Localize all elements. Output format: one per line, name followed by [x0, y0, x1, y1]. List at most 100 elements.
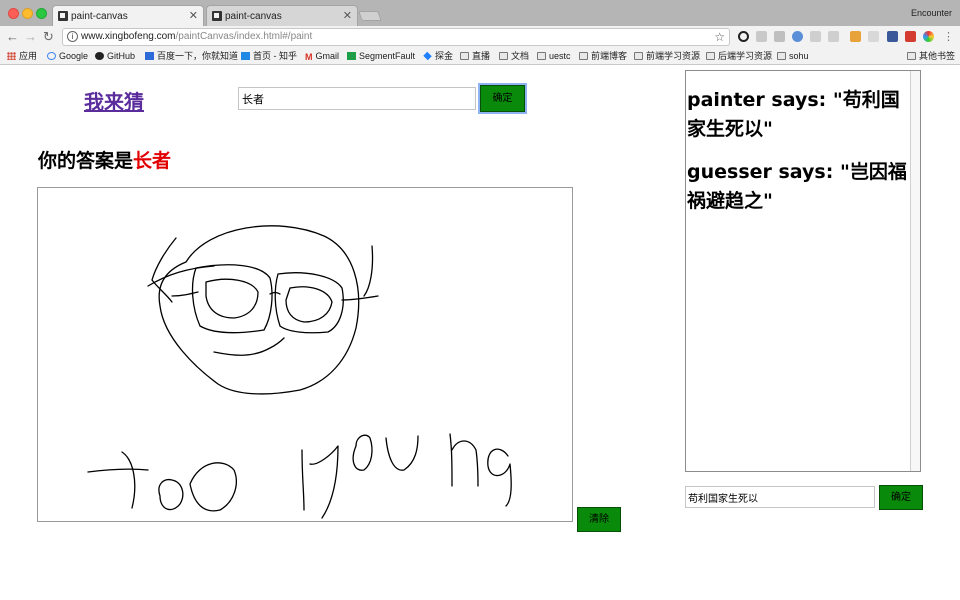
window-maximize-button[interactable] [36, 8, 47, 19]
bookmark-label: sohu [789, 51, 809, 61]
stroke-letter-t [87, 468, 149, 473]
new-tab-button[interactable] [358, 11, 382, 21]
bookmark-label: 其他书签 [919, 51, 956, 61]
other-bookmarks[interactable]: 其他书签 [907, 50, 955, 62]
stroke-glasses-right [274, 272, 344, 334]
page-content: 我来猜 确定 你的答案是长者 [0, 66, 960, 600]
stroke-mouth [213, 337, 285, 356]
folder-icon [777, 52, 786, 60]
bookmark-item[interactable]: 应用 [7, 50, 37, 62]
bookmark-label: 直播 [472, 51, 491, 61]
tab-close-icon[interactable]: ✕ [189, 6, 198, 27]
stroke-glasses-arm [171, 291, 199, 297]
extension-icon[interactable] [850, 31, 861, 42]
bookmark-folder[interactable]: 文档 [499, 50, 529, 62]
answer-input[interactable] [238, 87, 476, 110]
clear-canvas-button[interactable]: 清除 [577, 507, 621, 532]
bookmark-folder[interactable]: uestc [537, 50, 571, 62]
drawing-strokes [87, 225, 512, 519]
browser-tab[interactable]: paint-canvas ✕ [206, 5, 358, 26]
tab-close-icon[interactable]: ✕ [343, 6, 352, 27]
window-close-button[interactable] [8, 8, 19, 19]
info-icon[interactable]: i [67, 31, 78, 42]
juejin-icon [423, 51, 432, 61]
bookmark-item[interactable]: GitHub [95, 50, 135, 62]
tab-title: paint-canvas [225, 11, 282, 22]
bookmarks-bar: 应用 Google GitHub 百度一下，你就知道 首页 - 知乎 M Gmai… [0, 48, 960, 65]
menu-icon[interactable]: ⋮ [943, 29, 954, 45]
extension-icon[interactable] [923, 31, 934, 42]
stroke-letter-n [451, 440, 479, 487]
bookmark-label: 文档 [511, 51, 530, 61]
bookmark-label: Google [59, 51, 89, 61]
chat-message-list[interactable]: painter says: "苟利国家生死以" guesser says: "岂… [685, 70, 921, 472]
tab-title: paint-canvas [71, 11, 128, 22]
game-title-link[interactable]: 我来猜 [84, 86, 144, 115]
extension-icon[interactable] [887, 31, 898, 42]
back-icon[interactable]: ← [6, 29, 19, 45]
bookmark-item[interactable]: SegmentFault [347, 50, 415, 62]
chat-scrollbar[interactable] [910, 71, 920, 471]
browser-tab-active[interactable]: paint-canvas ✕ [52, 5, 204, 26]
folder-icon [907, 52, 916, 60]
zhihu-icon [241, 52, 250, 60]
stroke-letter-o [352, 434, 373, 471]
answer-value: 长者 [133, 150, 172, 172]
bookmark-folder[interactable]: 后端学习资源 [706, 50, 772, 62]
folder-icon [634, 52, 643, 60]
bookmark-label: GitHub [107, 51, 136, 61]
bookmark-star-icon[interactable]: ☆ [714, 29, 725, 45]
bookmark-label: SegmentFault [359, 51, 416, 61]
forward-icon[interactable]: → [24, 29, 37, 45]
reload-icon[interactable]: ↻ [43, 29, 54, 45]
favicon-icon [212, 11, 222, 21]
extension-icon[interactable] [868, 31, 879, 42]
confirm-answer-button[interactable]: 确定 [478, 83, 527, 114]
stroke-hair [147, 265, 215, 287]
bookmark-item[interactable]: 百度一下，你就知道 [145, 50, 238, 62]
folder-icon [579, 52, 588, 60]
apps-icon [7, 52, 16, 60]
chat-message: painter says: "苟利国家生死以" [687, 89, 900, 140]
answer-result: 你的答案是长者 [38, 146, 171, 173]
extension-icon[interactable] [774, 31, 785, 42]
extension-icon[interactable] [792, 31, 803, 42]
extension-icon[interactable] [756, 31, 767, 42]
profile-name[interactable]: Encounter [911, 8, 952, 18]
browser-toolbar: ← → ↻ i www.xingbofeng.com/paintCanvas/i… [0, 26, 960, 48]
bookmark-item[interactable]: 首页 - 知乎 [241, 50, 297, 62]
bookmark-folder[interactable]: 前端博客 [579, 50, 627, 62]
extension-icon[interactable] [828, 31, 839, 42]
bookmark-label: uestc [549, 51, 571, 61]
bookmark-folder[interactable]: sohu [777, 50, 809, 62]
bookmark-label: 探金 [435, 51, 454, 61]
drawing-canvas[interactable] [37, 187, 573, 522]
stroke-glasses-left-inner [205, 278, 259, 319]
gmail-icon: M [305, 52, 313, 62]
bookmark-item[interactable]: 探金 [423, 50, 453, 62]
extension-icon[interactable] [810, 31, 821, 42]
folder-icon [499, 52, 508, 60]
stroke-letter-o [158, 478, 184, 511]
chat-input[interactable] [685, 486, 875, 508]
bookmark-item[interactable]: M Gmail [305, 50, 339, 62]
bookmark-label: 百度一下，你就知道 [157, 51, 239, 61]
browser-tab-strip: paint-canvas ✕ paint-canvas ✕ Encounter [0, 0, 960, 26]
favicon-icon [58, 11, 68, 21]
extension-icon[interactable] [738, 31, 749, 42]
address-bar[interactable]: i www.xingbofeng.com/paintCanvas/index.h… [62, 28, 730, 46]
extension-icon[interactable] [905, 31, 916, 42]
bookmark-folder[interactable]: 直播 [460, 50, 490, 62]
window-minimize-button[interactable] [22, 8, 33, 19]
stroke-letter-y [301, 449, 305, 511]
folder-icon [537, 52, 546, 60]
chat-send-button[interactable]: 确定 [879, 485, 923, 510]
google-icon [47, 52, 56, 60]
stroke-glasses-arm [341, 295, 379, 301]
bookmark-label: 后端学习资源 [718, 51, 773, 61]
stroke-glasses-right-inner [285, 286, 333, 323]
bookmark-folder[interactable]: 前端学习资源 [634, 50, 700, 62]
bookmark-item[interactable]: Google [47, 50, 88, 62]
answer-prefix: 你的答案是 [38, 150, 134, 172]
bookmark-label: 前端博客 [591, 51, 628, 61]
